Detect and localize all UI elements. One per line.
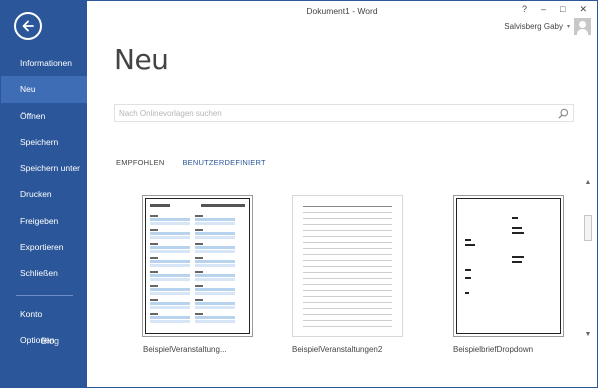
sidebar-item-oeffnen[interactable]: Öffnen — [1, 103, 87, 129]
calendar-row — [195, 257, 235, 269]
sidebar-item-speichern[interactable]: Speichern — [1, 129, 87, 155]
calendar-row — [150, 299, 190, 311]
calendar-row — [195, 299, 235, 311]
template-card[interactable]: BeispielVeranstaltungen2 — [292, 195, 403, 354]
sidebar-item-informationen[interactable]: Informationen — [1, 50, 87, 76]
watermark-text: Blog — [41, 336, 60, 346]
search-icon[interactable] — [558, 108, 569, 119]
user-account[interactable]: Salvisberg Gaby ▾ — [504, 18, 591, 35]
calendar-column — [150, 215, 190, 327]
close-button[interactable]: ✕ — [579, 4, 587, 15]
lined-preview — [303, 206, 392, 332]
window-controls: ? – □ ✕ — [522, 4, 587, 15]
preview-line — [303, 206, 392, 207]
template-search-box — [114, 104, 574, 122]
title-bar: Dokument1 - Word ? – □ ✕ Salvisberg Gaby… — [87, 1, 597, 35]
template-label: BeispielVeranstaltungen2 — [292, 345, 383, 354]
template-label: BeispielbriefDropdown — [453, 345, 534, 354]
calendar-row — [150, 257, 190, 269]
preview-line — [303, 230, 392, 231]
preview-line — [303, 308, 392, 309]
scroll-down-button[interactable]: ▼ — [584, 331, 592, 339]
template-thumbnail — [453, 195, 564, 337]
preview-line — [303, 296, 392, 297]
preview-line — [303, 212, 392, 213]
preview-line — [303, 284, 392, 285]
preview-line — [303, 236, 392, 237]
tab-benutzerdefiniert[interactable]: BENUTZERDEFINIERT — [182, 158, 265, 167]
preview-line — [303, 218, 392, 219]
letter-preview — [456, 198, 561, 334]
calendar-row — [195, 285, 235, 297]
preview-line — [303, 302, 392, 303]
sidebar-item-schliessen[interactable]: Schließen — [1, 260, 87, 286]
word-backstage-window: Informationen Neu Öffnen Speichern Speic… — [0, 0, 598, 388]
calendar-row — [150, 243, 190, 255]
preview-line — [303, 254, 392, 255]
preview-line — [303, 314, 392, 315]
sidebar-nav: Informationen Neu Öffnen Speichern Speic… — [1, 50, 87, 287]
preview-line — [303, 278, 392, 279]
calendar-column — [195, 215, 235, 327]
calendar-row — [195, 229, 235, 241]
help-button[interactable]: ? — [522, 4, 527, 15]
preview-line — [303, 260, 392, 261]
calendar-row — [195, 271, 235, 283]
sidebar-divider — [16, 295, 73, 296]
preview-line — [303, 320, 392, 321]
calendar-row — [150, 313, 190, 325]
maximize-button[interactable]: □ — [560, 4, 565, 15]
calendar-preview — [145, 198, 250, 334]
minimize-button[interactable]: – — [541, 4, 546, 15]
calendar-row — [150, 215, 190, 227]
template-card[interactable]: BeispielVeranstaltung... — [142, 195, 253, 354]
avatar — [574, 18, 591, 35]
preview-line — [303, 224, 392, 225]
preview-line — [303, 266, 392, 267]
preview-line — [303, 242, 392, 243]
sidebar-item-exportieren[interactable]: Exportieren — [1, 234, 87, 260]
sidebar-item-konto[interactable]: Konto — [1, 301, 87, 327]
vertical-scrollbar[interactable]: ▲ ▼ — [583, 179, 593, 339]
calendar-row — [150, 285, 190, 297]
calendar-row — [150, 271, 190, 283]
arrow-left-icon — [22, 20, 34, 32]
template-thumbnail — [292, 195, 403, 337]
scroll-thumb[interactable] — [584, 215, 592, 241]
calendar-row — [195, 243, 235, 255]
template-card[interactable]: BeispielbriefDropdown — [453, 195, 564, 354]
search-input[interactable] — [119, 107, 549, 120]
sidebar-item-drucken[interactable]: Drucken — [1, 181, 87, 207]
calendar-row — [195, 313, 235, 325]
window-title: Dokument1 - Word — [306, 6, 378, 16]
backstage-sidebar: Informationen Neu Öffnen Speichern Speic… — [1, 1, 87, 387]
tab-empfohlen[interactable]: EMPFOHLEN — [116, 158, 164, 167]
preview-line — [303, 290, 392, 291]
template-tabs: EMPFOHLEN BENUTZERDEFINIERT — [116, 158, 266, 167]
back-button[interactable] — [14, 12, 42, 40]
preview-line — [303, 272, 392, 273]
template-label: BeispielVeranstaltung... — [143, 345, 227, 354]
user-name: Salvisberg Gaby — [504, 22, 563, 31]
calendar-header-marks — [150, 204, 245, 208]
scroll-up-button[interactable]: ▲ — [584, 179, 592, 187]
preview-line — [303, 248, 392, 249]
sidebar-item-freigeben[interactable]: Freigeben — [1, 208, 87, 234]
template-thumbnail — [142, 195, 253, 337]
sidebar-item-speichern-unter[interactable]: Speichern unter — [1, 155, 87, 181]
calendar-row — [150, 229, 190, 241]
calendar-row — [195, 215, 235, 227]
sidebar-item-neu[interactable]: Neu — [1, 76, 87, 103]
chevron-down-icon: ▾ — [566, 24, 570, 30]
page-title: Neu — [114, 43, 169, 76]
preview-line — [303, 326, 392, 327]
